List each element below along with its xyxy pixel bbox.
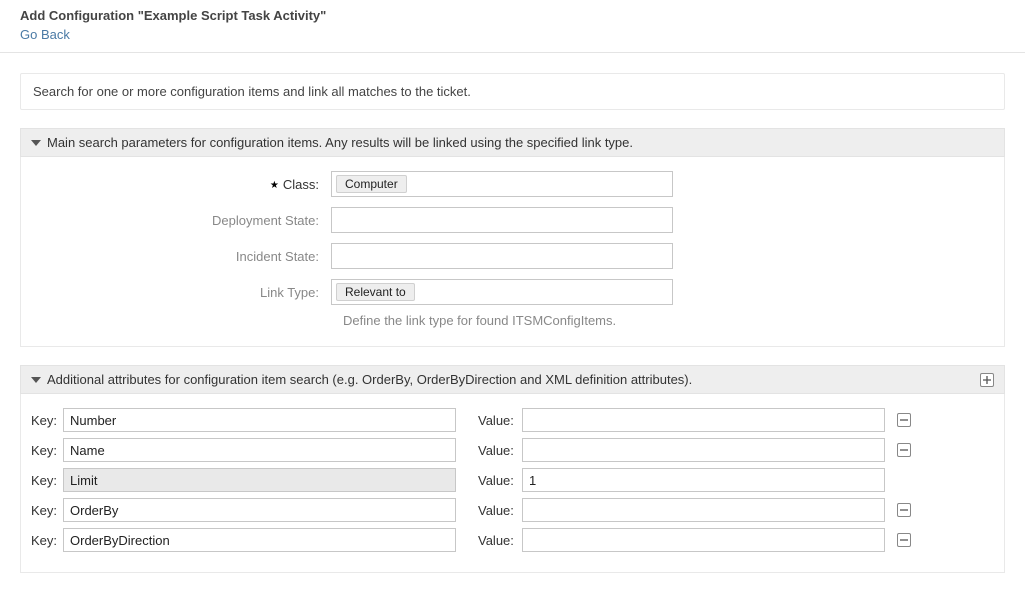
value-input[interactable] — [522, 498, 885, 522]
caret-down-icon — [31, 375, 41, 385]
key-label: Key: — [31, 413, 63, 428]
remove-attribute-button[interactable] — [897, 413, 911, 427]
value-input[interactable] — [522, 438, 885, 462]
key-label: Key: — [31, 503, 63, 518]
attribute-row: Key: Value: — [31, 498, 994, 522]
additional-attributes-title: Additional attributes for configuration … — [47, 372, 692, 387]
value-input[interactable] — [522, 408, 885, 432]
remove-attribute-button[interactable] — [897, 443, 911, 457]
row-deployment-state: Deployment State: — [31, 207, 994, 233]
row-class: ★Class: Computer — [31, 171, 994, 197]
deployment-state-select[interactable] — [331, 207, 673, 233]
page-header: Add Configuration "Example Script Task A… — [0, 0, 1025, 53]
label-class: ★Class: — [31, 177, 331, 192]
link-type-select[interactable]: Relevant to — [331, 279, 673, 305]
content-area: Search for one or more configuration ite… — [0, 53, 1025, 611]
caret-down-icon — [31, 138, 41, 148]
key-input[interactable] — [63, 498, 456, 522]
remove-attribute-button[interactable] — [897, 503, 911, 517]
class-tag[interactable]: Computer — [336, 175, 407, 193]
minus-icon — [899, 415, 909, 425]
label-link-type: Link Type: — [31, 285, 331, 300]
value-label: Value: — [478, 443, 522, 458]
info-bar: Search for one or more configuration ite… — [20, 73, 1005, 110]
value-label: Value: — [478, 413, 522, 428]
additional-attributes-header[interactable]: Additional attributes for configuration … — [20, 365, 1005, 394]
minus-icon — [899, 535, 909, 545]
additional-attributes-body: Key: Value: Key: Value: Key: Value: Key: Value:… — [20, 394, 1005, 573]
value-label: Value: — [478, 473, 522, 488]
attribute-row: Key: Value: — [31, 528, 994, 552]
key-input[interactable] — [63, 528, 456, 552]
value-input[interactable] — [522, 468, 885, 492]
add-attribute-button[interactable] — [980, 373, 994, 387]
value-label: Value: — [478, 503, 522, 518]
main-search-header[interactable]: Main search parameters for configuration… — [20, 128, 1005, 157]
remove-attribute-button[interactable] — [897, 533, 911, 547]
link-type-tag[interactable]: Relevant to — [336, 283, 415, 301]
additional-attributes-section: Additional attributes for configuration … — [20, 365, 1005, 573]
class-select[interactable]: Computer — [331, 171, 673, 197]
link-type-help: Define the link type for found ITSMConfi… — [343, 313, 994, 328]
main-search-title: Main search parameters for configuration… — [47, 135, 633, 150]
incident-state-select[interactable] — [331, 243, 673, 269]
row-incident-state: Incident State: — [31, 243, 994, 269]
key-input — [63, 468, 456, 492]
required-star-icon: ★ — [270, 180, 279, 191]
attribute-row: Key: Value: — [31, 408, 994, 432]
minus-icon — [899, 505, 909, 515]
page-title: Add Configuration "Example Script Task A… — [20, 6, 1005, 25]
attribute-row: Key: Value: — [31, 468, 994, 492]
main-search-body: ★Class: Computer Deployment State: Incid — [20, 157, 1005, 347]
main-search-section: Main search parameters for configuration… — [20, 128, 1005, 347]
row-link-type: Link Type: Relevant to — [31, 279, 994, 305]
key-input[interactable] — [63, 408, 456, 432]
label-incident-state: Incident State: — [31, 249, 331, 264]
value-input[interactable] — [522, 528, 885, 552]
go-back-link[interactable]: Go Back — [20, 25, 1005, 44]
key-label: Key: — [31, 533, 63, 548]
attribute-row: Key: Value: — [31, 438, 994, 462]
plus-icon — [982, 375, 992, 385]
key-label: Key: — [31, 443, 63, 458]
label-deployment-state: Deployment State: — [31, 213, 331, 228]
key-input[interactable] — [63, 438, 456, 462]
key-label: Key: — [31, 473, 63, 488]
minus-icon — [899, 445, 909, 455]
value-label: Value: — [478, 533, 522, 548]
